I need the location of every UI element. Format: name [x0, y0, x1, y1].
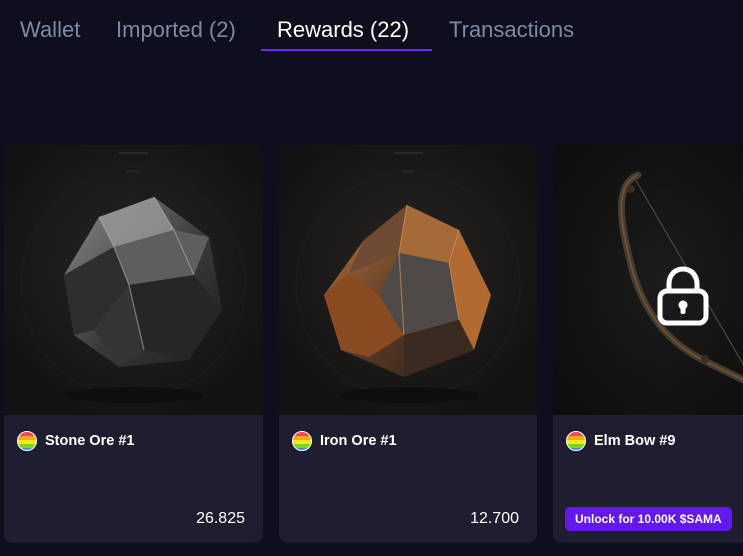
stone-ore-image: [4, 145, 263, 415]
iron-ore-image: [279, 145, 537, 415]
elm-bow-image: [553, 145, 743, 415]
rainbow-token-icon: [17, 431, 37, 451]
item-name: Iron Ore #1: [320, 433, 397, 449]
tab-wallet[interactable]: Wallet: [20, 14, 80, 46]
tab-transactions[interactable]: Transactions: [449, 14, 574, 46]
active-tab-indicator: [261, 49, 432, 51]
reward-card-elm-bow[interactable]: Elm Bow #9 Unlock for 10.00K $SAMA: [553, 145, 743, 543]
reward-card-stone-ore[interactable]: Stone Ore #1 26.825: [4, 145, 263, 543]
card-info: Stone Ore #1 26.825: [4, 415, 263, 543]
rainbow-token-icon: [292, 431, 312, 451]
item-value: 12.700: [470, 510, 519, 527]
tab-imported[interactable]: Imported (2): [116, 14, 236, 46]
item-name: Elm Bow #9: [594, 433, 676, 449]
card-info: Elm Bow #9 Unlock for 10.00K $SAMA: [553, 415, 743, 543]
item-value: 26.825: [196, 510, 245, 527]
rainbow-token-icon: [566, 431, 586, 451]
item-name: Stone Ore #1: [45, 433, 135, 449]
tab-rewards[interactable]: Rewards (22): [277, 14, 409, 46]
tab-bar: Wallet Imported (2) Rewards (22) Transac…: [0, 0, 743, 56]
unlock-button[interactable]: Unlock for 10.00K $SAMA: [565, 507, 732, 531]
reward-card-iron-ore[interactable]: Iron Ore #1 12.700: [279, 145, 537, 543]
card-info: Iron Ore #1 12.700: [279, 415, 537, 543]
lock-icon: [657, 266, 709, 326]
